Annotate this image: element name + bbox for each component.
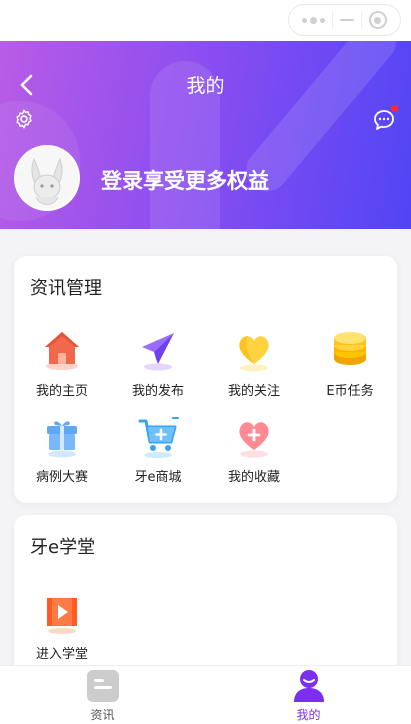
gift-icon [47,421,77,458]
grid-item-ecoin-tasks[interactable]: E币任务 [302,326,398,399]
tab-news[interactable]: 资讯 [0,666,205,724]
info-management-card: 资讯管理 我的主页 我的发布 我的关注 E币任务 病例大赛 牙e商城 我的收藏 [14,256,397,503]
bottom-tab-bar: 资讯 我的 [0,665,411,724]
tab-mine[interactable]: 我的 [206,666,411,724]
video-play-icon [47,598,77,634]
login-prompt[interactable]: 登录享受更多权益 [101,165,269,195]
page-title: 我的 [186,75,225,97]
grid-item-my-following[interactable]: 我的关注 [206,326,302,399]
gear-icon[interactable] [13,108,35,130]
news-icon [86,670,119,702]
grid-item-my-favorites[interactable]: 我的收藏 [206,412,302,485]
home-icon [45,332,79,370]
grid-item-enter-academy[interactable]: 进入学堂 [14,589,110,662]
grid-item-my-homepage[interactable]: 我的主页 [14,326,110,399]
grid-item-ya-e-mall[interactable]: 牙e商城 [110,412,206,485]
paper-plane-icon [142,333,174,371]
shopping-cart-icon [138,417,179,458]
grid-item-my-posts[interactable]: 我的发布 [110,326,206,399]
default-avatar-icon [16,147,78,209]
heart-icon [239,336,269,372]
status-bar [0,0,411,41]
minimize-icon[interactable] [339,19,354,21]
mini-program-capsule [288,4,401,36]
favorite-heart-icon [239,422,269,458]
close-program-icon[interactable] [368,11,387,29]
section-title: 牙e学堂 [30,537,96,558]
avatar[interactable] [14,145,80,211]
more-options-icon[interactable] [302,16,326,24]
grid-item-case-contest[interactable]: 病例大赛 [14,412,110,485]
coins-icon [334,332,366,365]
notification-dot [391,105,398,112]
academy-card: 牙e学堂 进入学堂 [14,515,397,675]
user-icon [293,670,324,702]
profile-header: 我的 登录享受更多权益 [0,41,411,229]
section-title: 资讯管理 [30,278,102,299]
